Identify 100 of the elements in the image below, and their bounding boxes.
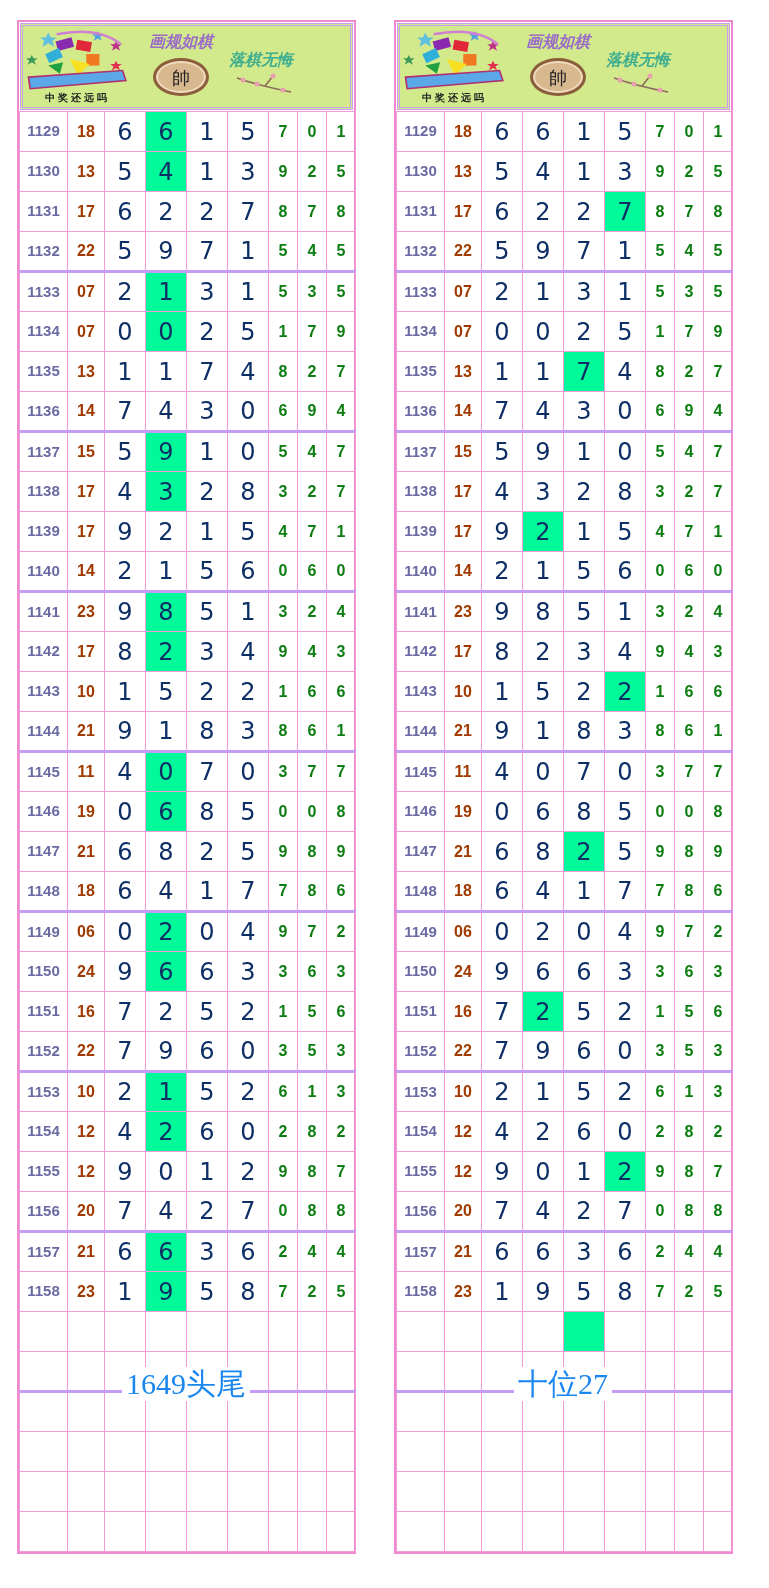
tail-digit: 7 — [297, 311, 327, 352]
digit: 6 — [563, 951, 605, 992]
tail-digit: 5 — [297, 991, 327, 1032]
digit: 7 — [563, 751, 605, 792]
draw-number: 1145 — [19, 751, 68, 792]
sum-number: 24 — [444, 951, 482, 992]
tail-digit: 4 — [674, 1231, 704, 1272]
tail-digit: 8 — [703, 191, 733, 232]
tagline: 中奖还远吗 — [44, 92, 111, 104]
sum-number: 10 — [67, 1071, 105, 1112]
draw-number: 1152 — [396, 1031, 445, 1072]
tail-digit: 4 — [326, 1231, 356, 1272]
digit: 1 — [227, 591, 269, 632]
digit: 2 — [481, 1071, 523, 1112]
digit: 5 — [104, 151, 146, 192]
tail-digit: 0 — [674, 791, 704, 832]
tail-digit: 7 — [268, 1271, 298, 1312]
draw-number: 1134 — [396, 311, 445, 352]
digit: 2 — [604, 991, 646, 1032]
highlighted-digit: 6 — [145, 1231, 187, 1272]
draw-number: 1130 — [19, 151, 68, 192]
digit: 5 — [186, 1071, 228, 1112]
highlighted-digit: 2 — [145, 1111, 187, 1152]
digit: 2 — [563, 471, 605, 512]
tail-digit: 6 — [703, 671, 733, 712]
digit: 3 — [227, 151, 269, 192]
digit: 3 — [563, 271, 605, 312]
draw-number: 1150 — [19, 951, 68, 992]
highlighted-digit: 7 — [604, 191, 646, 232]
digit: 2 — [186, 191, 228, 232]
tail-digit: 4 — [297, 631, 327, 672]
tail-digit: 0 — [674, 111, 704, 152]
tail-digit: 3 — [268, 751, 298, 792]
tail-digit: 7 — [326, 471, 356, 512]
highlighted-digit: 3 — [145, 471, 187, 512]
sum-number: 16 — [67, 991, 105, 1032]
tail-digit: 6 — [674, 951, 704, 992]
digit: 1 — [227, 271, 269, 312]
tail-digit: 2 — [268, 1231, 298, 1272]
digit: 1 — [186, 111, 228, 152]
sum-number: 19 — [67, 791, 105, 832]
tail-digit: 8 — [645, 351, 675, 392]
tail-digit: 3 — [674, 271, 704, 312]
sum-number: 23 — [67, 1271, 105, 1312]
digit: 4 — [227, 351, 269, 392]
digit: 4 — [481, 1111, 523, 1152]
sum-number: 13 — [444, 151, 482, 192]
tail-digit: 9 — [645, 911, 675, 952]
digit: 3 — [227, 951, 269, 992]
digit: 8 — [227, 1271, 269, 1312]
sum-number: 06 — [444, 911, 482, 952]
draw-number: 1149 — [19, 911, 68, 952]
tail-digit: 6 — [297, 671, 327, 712]
tail-digit: 2 — [326, 1111, 356, 1152]
tail-digit: 1 — [297, 1071, 327, 1112]
digit: 6 — [227, 1231, 269, 1272]
draw-number: 1145 — [396, 751, 445, 792]
tail-digit: 6 — [297, 951, 327, 992]
tail-digit: 1 — [645, 671, 675, 712]
sum-number: 17 — [67, 191, 105, 232]
tail-digit: 7 — [297, 751, 327, 792]
digit: 4 — [522, 151, 564, 192]
digit: 8 — [563, 791, 605, 832]
digit: 2 — [522, 191, 564, 232]
tail-digit: 1 — [703, 511, 733, 552]
digit: 1 — [604, 591, 646, 632]
digit: 0 — [481, 311, 523, 352]
tail-digit: 7 — [703, 751, 733, 792]
tail-digit: 9 — [703, 311, 733, 352]
digit: 0 — [104, 311, 146, 352]
tail-digit: 8 — [674, 1151, 704, 1192]
digit: 1 — [186, 511, 228, 552]
digit: 3 — [522, 471, 564, 512]
chart-label: 十位27 — [514, 1367, 612, 1401]
sum-number: 23 — [444, 1271, 482, 1312]
digit: 2 — [604, 1071, 646, 1112]
highlighted-digit: 2 — [604, 1151, 646, 1192]
tail-digit: 7 — [674, 511, 704, 552]
digit: 4 — [481, 751, 523, 792]
sum-number: 15 — [444, 431, 482, 472]
tail-digit: 7 — [674, 311, 704, 352]
tail-digit: 8 — [703, 791, 733, 832]
draw-number: 1138 — [396, 471, 445, 512]
highlighted-digit: 2 — [145, 911, 187, 952]
digit: 6 — [522, 791, 564, 832]
tail-digit: 7 — [674, 911, 704, 952]
draw-number: 1139 — [19, 511, 68, 552]
digit: 4 — [104, 1111, 146, 1152]
draw-number: 1152 — [19, 1031, 68, 1072]
seal-badge: 帥 — [153, 58, 209, 96]
slogan-text: 画规如棋 — [149, 31, 213, 53]
digit: 8 — [145, 831, 187, 872]
digit: 2 — [227, 1071, 269, 1112]
draw-number: 1143 — [396, 671, 445, 712]
draw-number: 1146 — [396, 791, 445, 832]
tail-digit: 1 — [703, 111, 733, 152]
digit: 2 — [563, 191, 605, 232]
digit: 6 — [522, 111, 564, 152]
digit: 1 — [604, 271, 646, 312]
digit: 4 — [104, 471, 146, 512]
